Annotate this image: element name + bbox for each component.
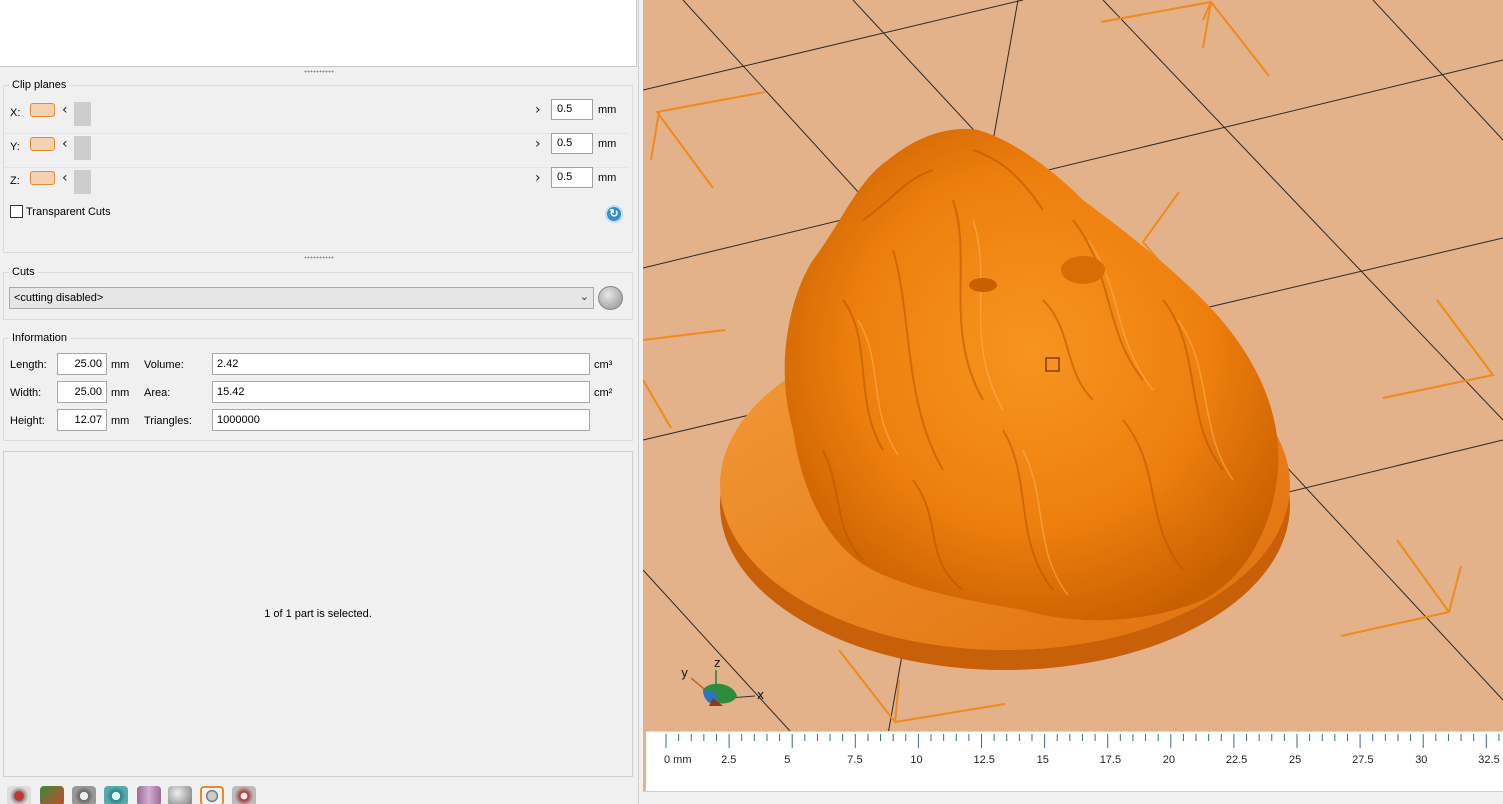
clip-value-z[interactable]: 0.5 (551, 167, 593, 188)
bottom-toolbar (0, 778, 638, 804)
clip-toggle-y[interactable] (30, 137, 55, 151)
reset-clip-icon[interactable]: ↻ (605, 205, 623, 223)
rotate-icon[interactable] (72, 786, 96, 804)
volume-unit: cm³ (594, 359, 613, 371)
volume-label: Volume: (144, 359, 184, 371)
box-view-icon[interactable] (137, 786, 161, 804)
length-label: Length: (10, 359, 47, 371)
splitter-grip[interactable] (304, 256, 334, 259)
scene-canvas[interactable] (643, 0, 1503, 804)
lion-nose (1061, 256, 1105, 284)
width-label: Width: (10, 387, 42, 399)
clip-toggle-z[interactable] (30, 171, 55, 185)
ruler-tick-label: 10 (910, 754, 923, 766)
clip-planes-title: Clip planes (9, 79, 70, 91)
area-label: Area: (144, 387, 171, 399)
preview-area (0, 0, 637, 67)
triangles-field[interactable]: 1000000 (212, 409, 590, 431)
lion-eye (969, 278, 997, 292)
slider-right-arrow-icon[interactable]: › (535, 170, 541, 186)
clip-slider-z[interactable] (74, 170, 531, 194)
triangles-label: Triangles: (144, 415, 192, 427)
ruler-tick-label: 2.5 (721, 754, 737, 766)
splitter-grip[interactable] (304, 70, 334, 73)
repair-icon[interactable] (40, 786, 64, 804)
ruler-tick-label: 22.5 (1225, 754, 1248, 766)
area-field[interactable]: 15.42 (212, 381, 590, 403)
gizmo-y-label: y (681, 666, 689, 680)
clip-value-x[interactable]: 0.5 (551, 99, 593, 120)
length-field[interactable]: 25.00 (57, 353, 107, 375)
transparent-cuts-label: Transparent Cuts (26, 206, 111, 218)
ruler-tick-label: 17.5 (1099, 754, 1122, 766)
axis-gizmo (690, 670, 756, 706)
clip-row-y: Y: ‹ › 0.5 mm (4, 132, 628, 162)
information-title: Information (9, 332, 71, 344)
slider-thumb[interactable] (74, 102, 91, 126)
settings-gear-icon[interactable] (7, 786, 31, 804)
status-area: 1 of 1 part is selected. (3, 451, 633, 777)
ruler-tick-label: 20 (1162, 754, 1176, 766)
area-unit: cm² (594, 387, 613, 399)
ruler-tick-label: 7.5 (847, 754, 863, 766)
measurement-ruler: 0 mm 2.5 5 7.5 10 12.5 15 17.5 20 22.5 25 27.5 30 32.… (646, 731, 1503, 791)
selected-tool-icon[interactable] (200, 786, 224, 804)
slider-thumb[interactable] (74, 136, 91, 160)
cuts-title: Cuts (9, 266, 38, 278)
refresh-icon[interactable] (104, 786, 128, 804)
clip-axis-label: Z: (10, 175, 20, 187)
gizmo-z-label: z (714, 656, 721, 670)
slider-thumb[interactable] (74, 170, 91, 194)
ruler-tick-label: 25 (1289, 754, 1302, 766)
viewport-footer (643, 791, 1503, 804)
clip-slider-x[interactable] (74, 102, 531, 126)
slider-left-arrow-icon[interactable]: ‹ (62, 136, 68, 152)
ruler-tick-label: 15 (1036, 754, 1049, 766)
sphere-icon[interactable] (168, 786, 192, 804)
height-field[interactable]: 12.07 (57, 409, 107, 431)
clip-unit: mm (598, 104, 617, 116)
slider-right-arrow-icon[interactable]: › (535, 136, 541, 152)
ruler-tick-label: 30 (1415, 754, 1428, 766)
clip-axis-label: Y: (10, 141, 20, 153)
length-unit: mm (111, 359, 130, 371)
slider-right-arrow-icon[interactable]: › (535, 102, 541, 118)
height-unit: mm (111, 415, 130, 427)
clip-axis-label: X: (10, 107, 21, 119)
clip-value-y[interactable]: 0.5 (551, 133, 593, 154)
ruler-tick-label: 5 (784, 754, 791, 766)
gizmo-x-label: x (757, 688, 765, 702)
width-unit: mm (111, 387, 130, 399)
clip-unit: mm (598, 172, 617, 184)
saw-blade-icon[interactable] (598, 286, 623, 310)
slider-left-arrow-icon[interactable]: ‹ (62, 102, 68, 118)
slider-left-arrow-icon[interactable]: ‹ (62, 170, 68, 186)
clip-toggle-x[interactable] (30, 103, 55, 117)
ruler-tick-label: 32.5 (1478, 754, 1500, 766)
clip-row-x: X: ‹ › 0.5 mm (4, 98, 628, 128)
ruler-tick-label: 27.5 (1352, 754, 1374, 766)
width-field[interactable]: 25.00 (57, 381, 107, 403)
transparent-cuts-checkbox[interactable] (10, 205, 23, 218)
cutting-mode-dropdown[interactable]: <cutting disabled> ⌄ (9, 287, 594, 309)
volume-field[interactable]: 2.42 (212, 353, 590, 375)
left-panel: Clip planes X: ‹ › 0.5 mm Y: ‹ › 0.5 mm … (0, 0, 638, 804)
ruler-tick-label: 0 mm (664, 754, 692, 766)
3d-viewport[interactable]: z y x 0 mm 2.5 5 7.5 10 12.5 15 17.5 20 22.5 25 27.… (643, 0, 1503, 804)
clip-unit: mm (598, 138, 617, 150)
ruler-tick-label: 12.5 (973, 754, 995, 766)
chevron-down-icon: ⌄ (579, 290, 589, 303)
saw-tool-icon[interactable] (232, 786, 256, 804)
selection-status: 1 of 1 part is selected. (264, 608, 372, 620)
clip-row-z: Z: ‹ › 0.5 mm (4, 166, 628, 196)
height-label: Height: (10, 415, 45, 427)
cutting-mode-value: <cutting disabled> (14, 292, 104, 304)
ruler-ticks (665, 734, 1500, 748)
clip-slider-y[interactable] (74, 136, 531, 160)
